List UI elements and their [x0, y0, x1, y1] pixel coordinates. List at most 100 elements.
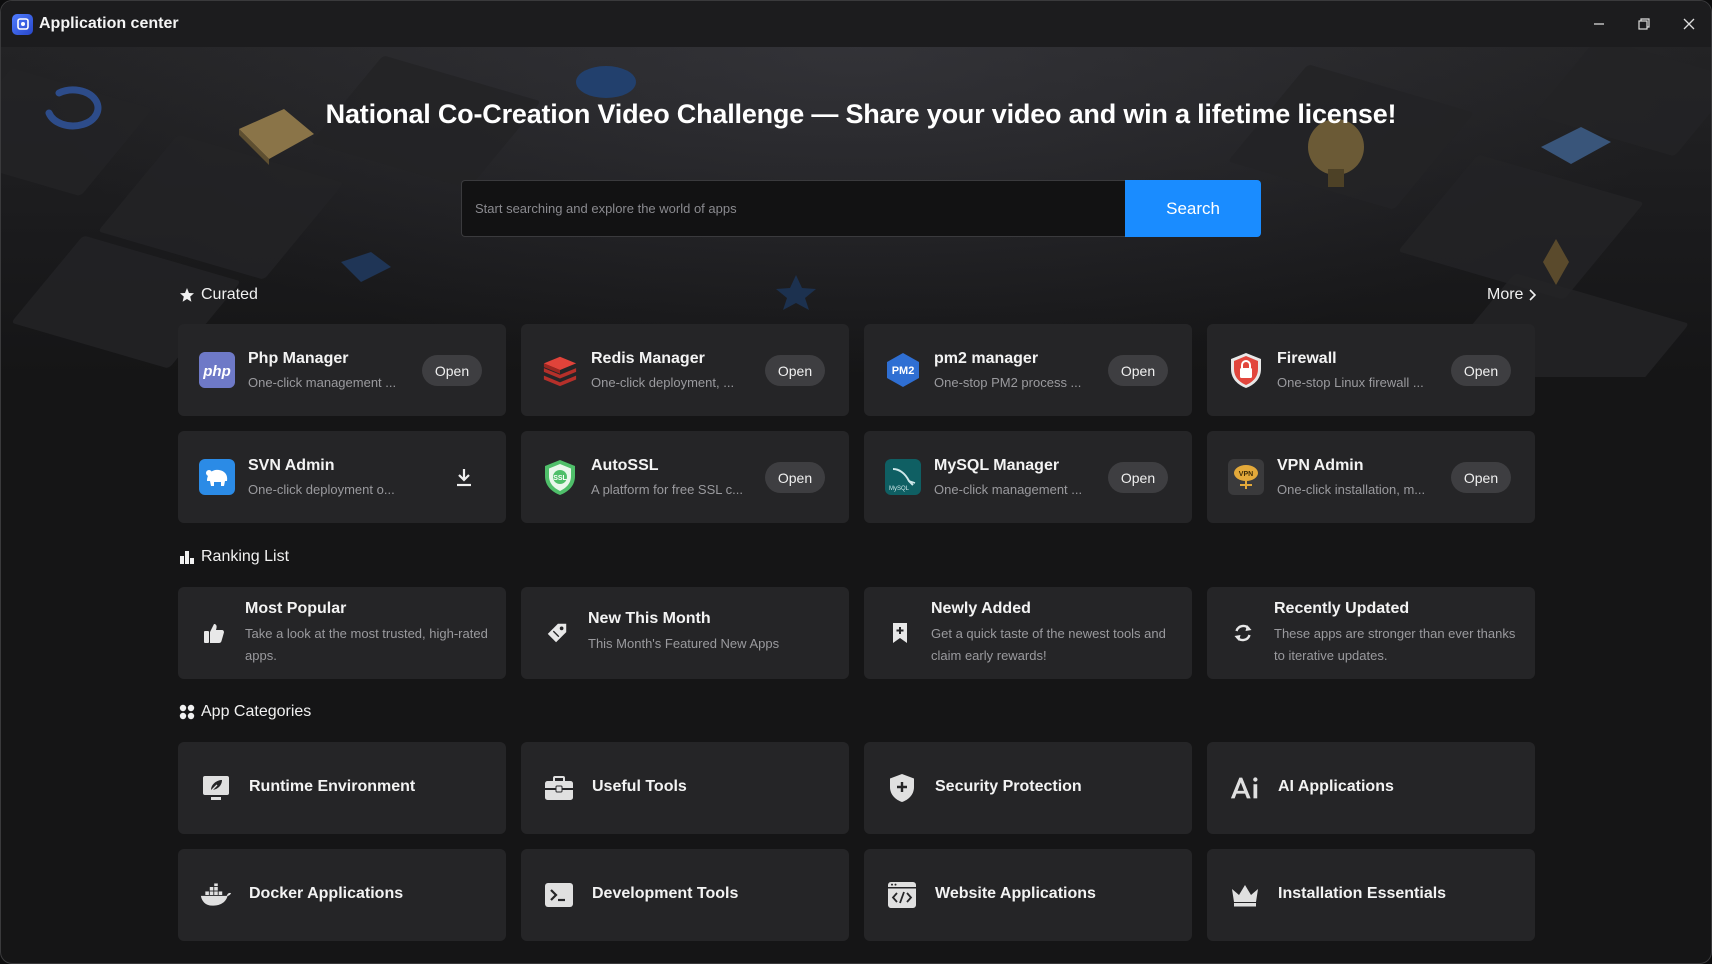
ranking-card-newly-added[interactable]: Newly Added Get a quick taste of the new…	[864, 587, 1192, 679]
ranking-title: New This Month	[588, 610, 711, 627]
app-card-redis-manager[interactable]: Redis Manager One-click deployment, ... …	[521, 324, 849, 416]
search-button[interactable]: Search	[1125, 180, 1261, 237]
ranking-title: Recently Updated	[1274, 600, 1410, 617]
app-description: One-click management ...	[934, 482, 1083, 497]
app-description: One-click installation, m...	[1277, 482, 1426, 497]
app-name: Php Manager	[248, 350, 349, 367]
open-button[interactable]: Open	[1108, 462, 1168, 493]
ranking-description: This Month's Featured New Apps	[588, 636, 780, 651]
more-label: More	[1487, 286, 1524, 303]
minimize-button[interactable]	[1576, 1, 1621, 47]
category-label: Useful Tools	[592, 778, 687, 795]
close-icon	[1683, 18, 1694, 30]
bar-chart-icon	[180, 551, 194, 564]
decorative-diamond-icon	[1543, 239, 1569, 285]
ranking-card-recently-updated[interactable]: Recently Updated These apps are stronger…	[1207, 587, 1535, 679]
app-name: Firewall	[1277, 350, 1337, 367]
category-docker-applications[interactable]: Docker Applications	[178, 849, 506, 941]
category-website-applications[interactable]: Website Applications	[864, 849, 1192, 941]
category-ai-applications[interactable]: AI Applications	[1207, 742, 1535, 834]
app-card-pm2-manager[interactable]: PM2 pm2 manager One-stop PM2 process ...…	[864, 324, 1192, 416]
chevron-right-icon	[1529, 289, 1537, 301]
open-button[interactable]: Open	[765, 355, 825, 386]
category-label: Security Protection	[935, 778, 1082, 795]
bookmark-plus-icon	[888, 621, 912, 645]
thumbs-up-icon	[202, 621, 226, 645]
hero-headline: National Co-Creation Video Challenge — S…	[325, 99, 1397, 129]
category-label: Development Tools	[592, 885, 739, 902]
open-button[interactable]: Open	[765, 462, 825, 493]
search-input[interactable]	[461, 180, 1126, 237]
redis-icon	[542, 352, 578, 388]
star-icon	[180, 288, 194, 302]
app-name: SVN Admin	[248, 457, 335, 474]
ranking-card-most-popular[interactable]: Most Popular Take a look at the most tru…	[178, 587, 506, 679]
tag-icon	[545, 621, 569, 645]
category-development-tools[interactable]: Development Tools	[521, 849, 849, 941]
open-button[interactable]: Open	[1451, 462, 1511, 493]
app-card-php-manager[interactable]: php Php Manager One-click management ...…	[178, 324, 506, 416]
open-button[interactable]: Open	[1451, 355, 1511, 386]
grid-icon	[179, 704, 195, 720]
ranking-description: These apps are stronger than ever thanks…	[1274, 626, 1516, 663]
category-label: Installation Essentials	[1278, 885, 1447, 902]
app-name: Redis Manager	[591, 350, 705, 367]
crown-icon	[1229, 879, 1261, 911]
app-description: One-click management ...	[248, 375, 397, 390]
app-name: pm2 manager	[934, 350, 1039, 367]
title-bar: Application center	[1, 1, 1711, 47]
pm2-icon: PM2	[885, 352, 921, 388]
application-window: Application center National Co-Creation …	[0, 0, 1712, 964]
open-button[interactable]: Open	[1108, 355, 1168, 386]
svg-text:PM2: PM2	[892, 365, 915, 377]
ranking-heading: Ranking List	[179, 548, 289, 566]
app-card-autossl[interactable]: SSL AutoSSL A platform for free SSL c...…	[521, 431, 849, 523]
close-button[interactable]	[1666, 1, 1711, 47]
shield-plus-icon	[886, 772, 918, 804]
refresh-icon	[1231, 621, 1255, 645]
category-installation-essentials[interactable]: Installation Essentials	[1207, 849, 1535, 941]
app-card-firewall[interactable]: Firewall One-stop Linux firewall ... Ope…	[1207, 324, 1535, 416]
restore-button[interactable]	[1621, 1, 1666, 47]
ai-icon	[1229, 772, 1261, 804]
open-button[interactable]: Open	[422, 355, 482, 386]
svg-text:php: php	[202, 363, 231, 380]
category-useful-tools[interactable]: Useful Tools	[521, 742, 849, 834]
php-icon: php	[199, 352, 235, 388]
ranking-title: Newly Added	[931, 600, 1031, 617]
svg-text:MySQL: MySQL	[889, 486, 910, 492]
window-title: Application center	[39, 15, 179, 32]
docker-icon	[200, 879, 232, 911]
category-runtime-environment[interactable]: Runtime Environment	[178, 742, 506, 834]
app-description: A platform for free SSL c...	[591, 482, 743, 497]
app-name: VPN Admin	[1277, 457, 1364, 474]
curated-heading: Curated	[179, 286, 258, 304]
svn-icon	[199, 459, 235, 495]
ssl-icon: SSL	[542, 459, 578, 495]
app-logo-icon	[12, 13, 33, 35]
category-security-protection[interactable]: Security Protection	[864, 742, 1192, 834]
categories-heading: App Categories	[179, 703, 311, 721]
window-controls	[1576, 1, 1711, 47]
app-card-svn-admin[interactable]: SVN Admin One-click deployment o...	[178, 431, 506, 523]
app-description: One-click deployment o...	[248, 482, 395, 497]
decorative-cube-icon	[341, 252, 391, 282]
terminal-icon	[543, 879, 575, 911]
app-description: One-click deployment, ...	[591, 375, 735, 390]
download-button[interactable]	[452, 465, 476, 489]
app-card-vpn-admin[interactable]: VPN VPN Admin One-click installation, m.…	[1207, 431, 1535, 523]
ranking-card-new-this-month[interactable]: New This Month This Month's Featured New…	[521, 587, 849, 679]
ranking-title: Most Popular	[245, 600, 347, 617]
svg-text:SSL: SSL	[553, 475, 567, 482]
vpn-icon: VPN	[1228, 459, 1264, 495]
curated-title: Curated	[201, 286, 258, 303]
toolbox-icon	[543, 772, 575, 804]
mysql-icon: MySQL	[885, 459, 921, 495]
categories-title: App Categories	[201, 703, 312, 720]
decorative-star-icon	[776, 275, 816, 310]
more-link[interactable]: More	[1487, 286, 1537, 304]
app-card-mysql-manager[interactable]: MySQL MySQL Manager One-click management…	[864, 431, 1192, 523]
firewall-icon	[1228, 352, 1264, 388]
app-name: AutoSSL	[591, 457, 659, 474]
app-description: One-stop Linux firewall ...	[1277, 375, 1424, 390]
